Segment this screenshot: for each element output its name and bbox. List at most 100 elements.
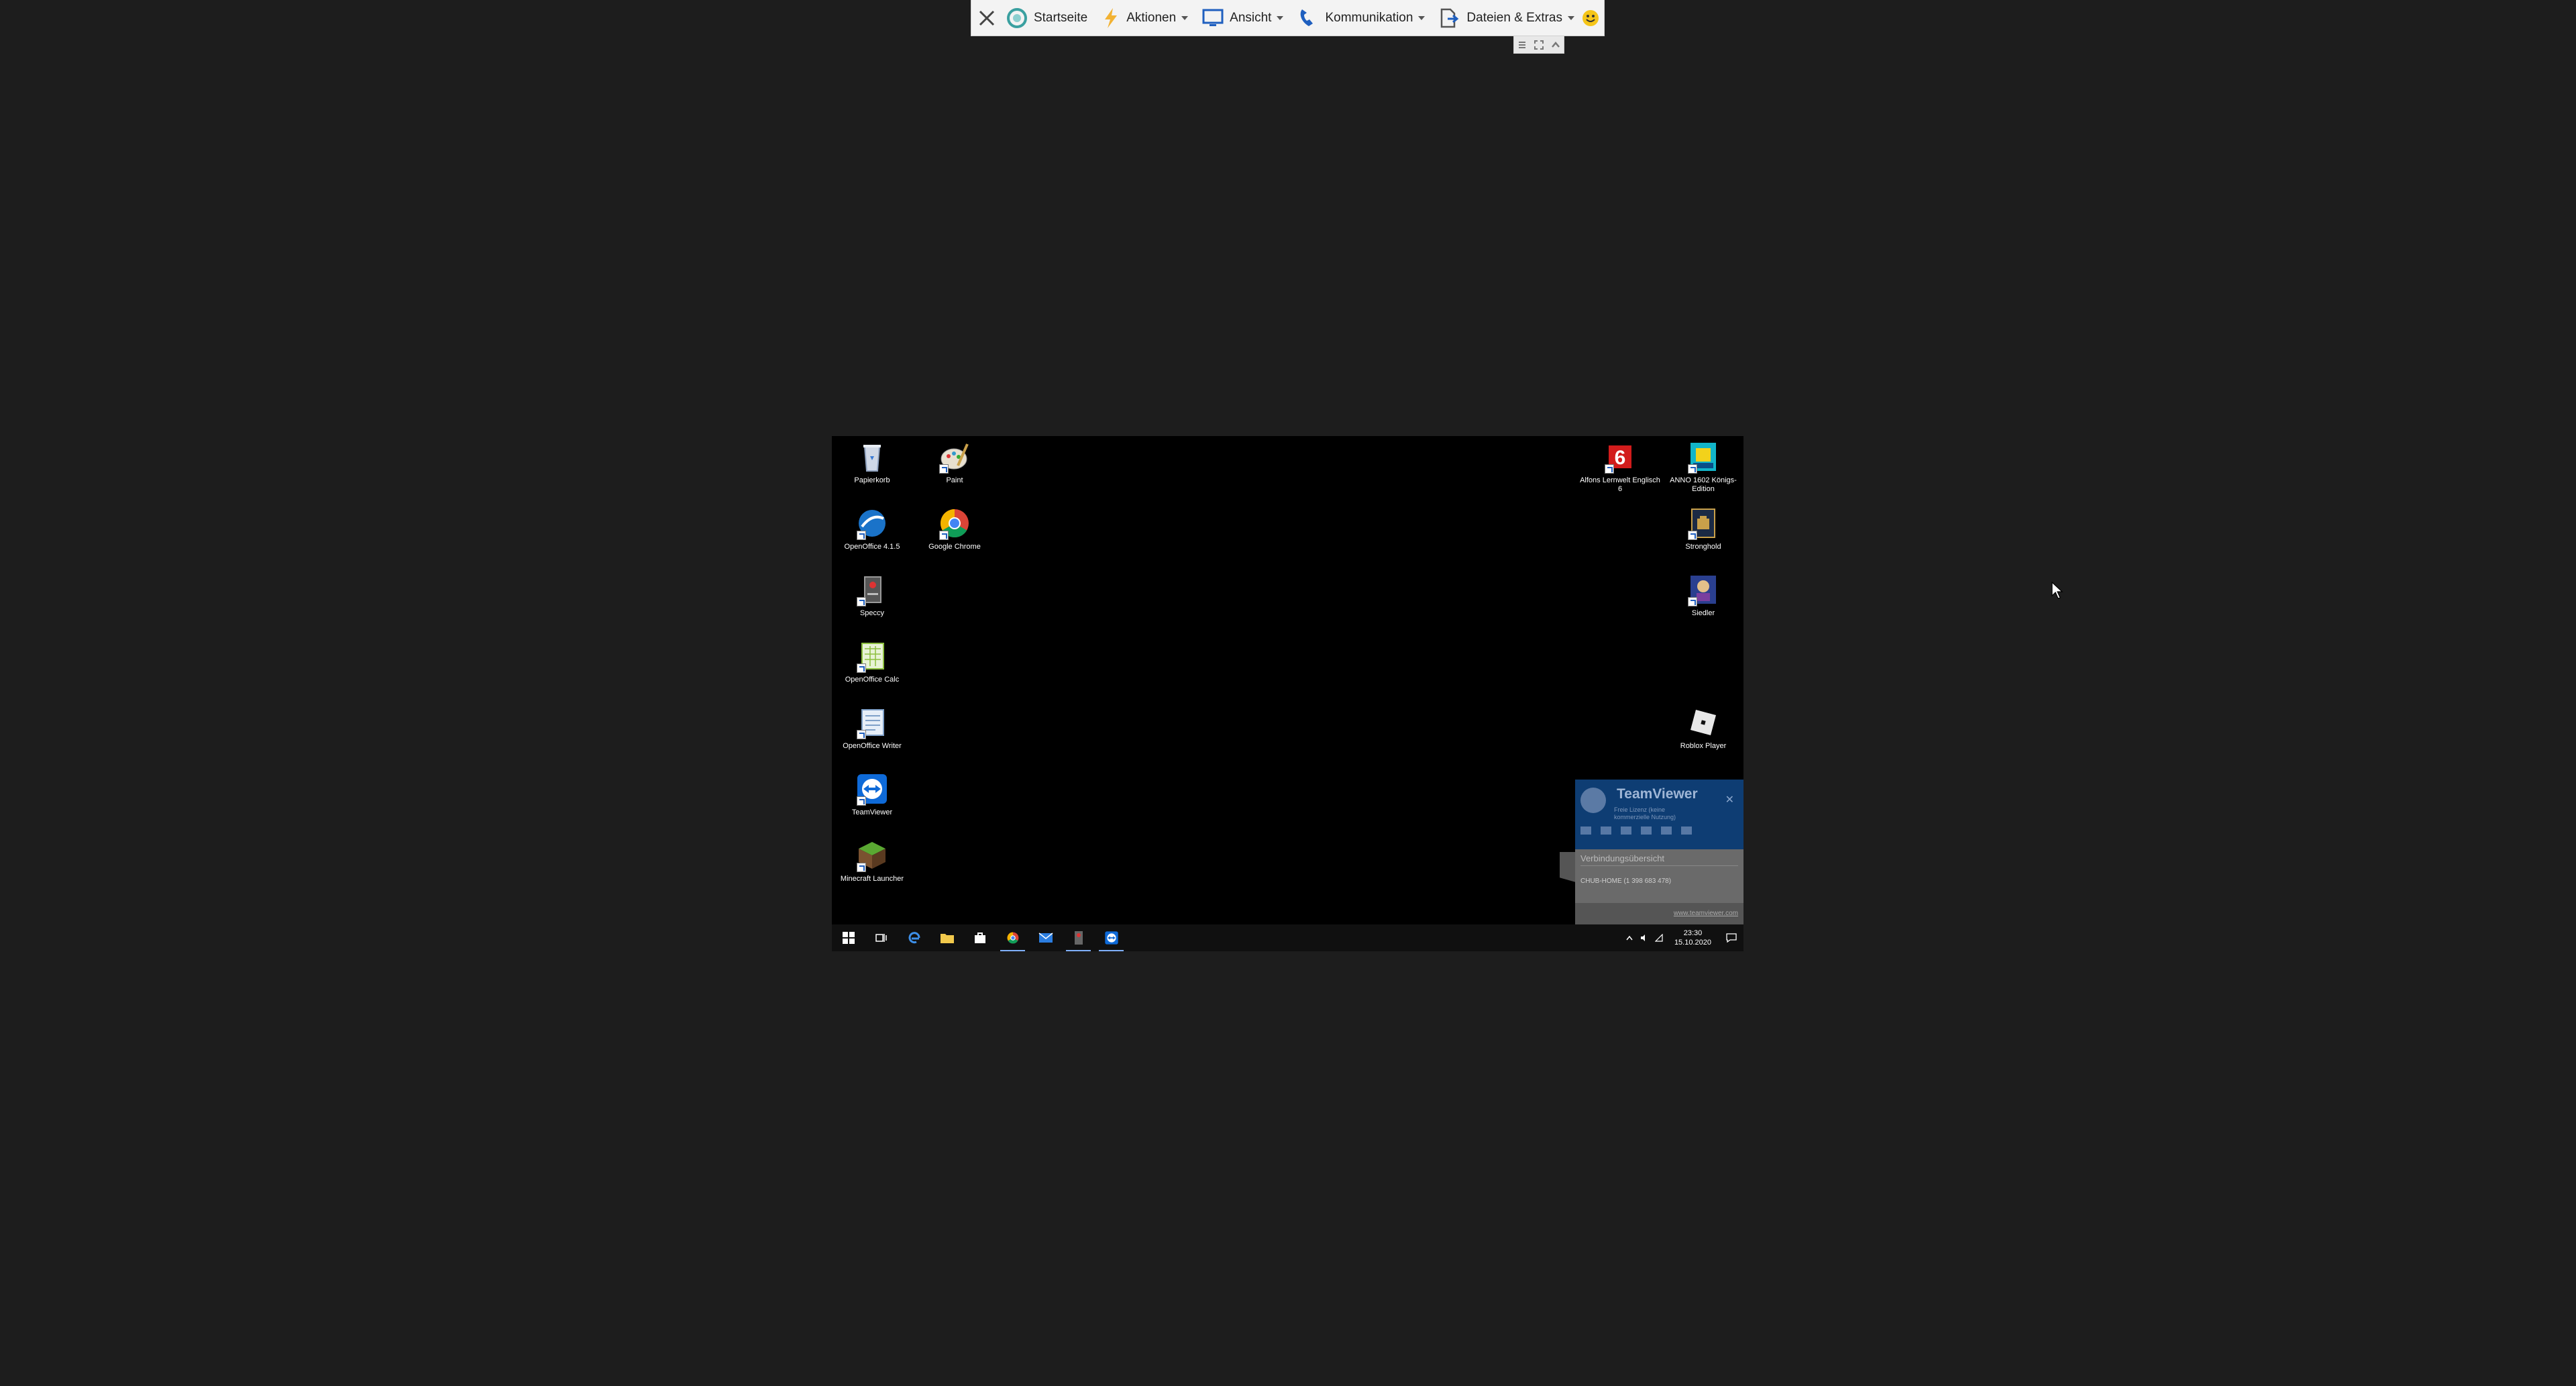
desktop-icon-papierkorb[interactable]: Papierkorb: [832, 440, 912, 485]
taskbar: 23:30 15.10.2020: [832, 924, 1743, 951]
collapse-icon[interactable]: [1550, 40, 1561, 50]
headset-icon[interactable]: [1601, 827, 1611, 835]
desktop-icon-label: Papierkorb: [854, 476, 890, 484]
files-icon[interactable]: [1641, 827, 1652, 835]
teamviewer-panel-footer: www.teamviewer.com: [1575, 903, 1743, 924]
fullscreen-icon[interactable]: [1534, 40, 1544, 50]
teamviewer-icon: [855, 772, 889, 806]
store-icon: [974, 932, 985, 943]
video-icon[interactable]: [1580, 827, 1591, 835]
divider: [1580, 865, 1738, 866]
chrome-icon: [938, 507, 971, 540]
calc-icon: [855, 639, 889, 673]
desktop-icon-alfons[interactable]: 6 Alfons Lernwelt Englisch 6: [1580, 440, 1660, 494]
teamviewer-panel-body: Verbindungsübersicht CHUB-HOME (1 398 68…: [1575, 849, 1743, 903]
desktop-icon-teamviewer[interactable]: TeamViewer: [832, 772, 912, 817]
toolbar-startseite-label: Startseite: [1033, 10, 1088, 25]
teamviewer-panel: TeamViewer Freie Lizenz (keine kommerzie…: [1575, 780, 1743, 924]
toolbar-startseite-button[interactable]: Startseite: [999, 1, 1094, 35]
system-tray: 23:30 15.10.2020: [1622, 924, 1743, 951]
chat-icon[interactable]: [1621, 827, 1631, 835]
desktop-icon-anno[interactable]: ANNO 1602 Königs-Edition: [1663, 440, 1743, 494]
connection-entry[interactable]: CHUB-HOME (1 398 683 478): [1580, 877, 1671, 885]
toolbar-ansicht-label: Ansicht: [1230, 10, 1272, 25]
desktop-icon-label: Google Chrome: [928, 543, 981, 551]
stronghold-icon: [1686, 507, 1720, 540]
taskbar-speccy[interactable]: [1062, 924, 1095, 951]
remote-desktop[interactable]: Papierkorb OpenOffice 4.1.5 Speccy OpenO…: [832, 436, 1743, 951]
teamviewer-license-text: Freie Lizenz (keine kommerzielle Nutzung…: [1614, 806, 1676, 821]
toolbar-aktionen-label: Aktionen: [1126, 10, 1177, 25]
desktop-icon-openoffice[interactable]: OpenOffice 4.1.5: [832, 507, 912, 551]
teamviewer-website-link[interactable]: www.teamviewer.com: [1674, 910, 1738, 917]
monitor-icon: [1202, 9, 1224, 26]
mail-icon: [1038, 932, 1053, 943]
smiley-icon: [1582, 9, 1599, 26]
desktop-icon-label: OpenOffice Writer: [843, 742, 902, 750]
chevron-down-icon: [1277, 15, 1284, 20]
close-icon[interactable]: ✕: [1725, 793, 1734, 806]
roblox-icon: [1686, 706, 1720, 739]
toolbar-dateien-menu[interactable]: Dateien & Extras: [1432, 1, 1581, 35]
toolbar-dateien-label: Dateien & Extras: [1466, 10, 1562, 25]
openoffice-icon: [855, 507, 889, 540]
file-transfer-icon: [1441, 8, 1459, 28]
desktop-icon-calc[interactable]: OpenOffice Calc: [832, 639, 912, 684]
teamviewer-icon: [1104, 931, 1118, 945]
desktop-icon-label: Stronghold: [1685, 543, 1721, 551]
tray-overflow-button[interactable]: [1622, 924, 1637, 951]
taskbar-store[interactable]: [963, 924, 996, 951]
chrome-icon: [1007, 932, 1018, 944]
connection-overview-heading[interactable]: Verbindungsübersicht: [1580, 853, 1664, 863]
teamviewer-brand: TeamViewer: [1617, 786, 1698, 802]
desktop-icon-stronghold[interactable]: Stronghold: [1663, 507, 1743, 551]
start-button[interactable]: [832, 924, 865, 951]
toolbar-subbar: [1513, 36, 1564, 54]
desktop-icon-speccy[interactable]: Speccy: [832, 573, 912, 618]
taskbar-explorer[interactable]: [930, 924, 963, 951]
anno-icon: [1686, 440, 1720, 474]
teamviewer-toolbar: Startseite Aktionen Ansicht Kommunikatio…: [971, 0, 1605, 36]
toolbar-kommunikation-menu[interactable]: Kommunikation: [1290, 1, 1432, 35]
action-center-button[interactable]: [1719, 924, 1743, 951]
feedback-button[interactable]: [1581, 6, 1600, 30]
toolbar-ansicht-menu[interactable]: Ansicht: [1195, 1, 1290, 35]
desktop-icon-roblox[interactable]: Roblox Player: [1663, 706, 1743, 751]
notification-icon: [1726, 933, 1737, 943]
desktop-icon-label: Siedler: [1691, 609, 1715, 617]
toolbar-aktionen-menu[interactable]: Aktionen: [1094, 1, 1195, 35]
desktop-icon-paint[interactable]: Paint: [914, 440, 995, 485]
desktop-icon-label: OpenOffice Calc: [845, 676, 900, 684]
recycle-bin-icon: [855, 440, 889, 474]
close-session-button[interactable]: [975, 1, 999, 35]
taskbar-teamviewer[interactable]: [1095, 924, 1128, 951]
pen-icon[interactable]: [1661, 827, 1672, 835]
teamviewer-panel-handle[interactable]: [1560, 852, 1576, 882]
desktop-icon-label: TeamViewer: [851, 808, 893, 816]
tray-network[interactable]: [1652, 924, 1666, 951]
writer-icon: [855, 706, 889, 739]
task-view-icon: [875, 934, 887, 942]
desktop-icon-label: ANNO 1602 Königs-Edition: [1670, 476, 1737, 493]
speccy-icon: [855, 573, 889, 606]
desktop-icon-writer[interactable]: OpenOffice Writer: [832, 706, 912, 751]
taskbar-edge[interactable]: [898, 924, 930, 951]
task-view-button[interactable]: [865, 924, 898, 951]
taskbar-chrome[interactable]: [996, 924, 1029, 951]
tray-volume[interactable]: [1637, 924, 1652, 951]
menu-icon[interactable]: [1517, 40, 1527, 50]
desktop-icon-siedler[interactable]: Siedler: [1663, 573, 1743, 618]
taskbar-mail[interactable]: [1029, 924, 1062, 951]
mouse-cursor-icon: [2051, 582, 2063, 599]
chevron-down-icon: [1568, 15, 1574, 20]
desktop-icon-label: Speccy: [859, 609, 885, 617]
taskbar-clock[interactable]: 23:30 15.10.2020: [1666, 928, 1719, 947]
desktop-icon-minecraft[interactable]: Minecraft Launcher: [832, 839, 912, 884]
windows-icon: [842, 932, 855, 944]
chevron-up-icon: [1626, 935, 1633, 941]
settings-icon[interactable]: [1681, 827, 1692, 835]
desktop-icon-chrome[interactable]: Google Chrome: [914, 507, 995, 551]
license-line-1: Freie Lizenz (keine: [1614, 806, 1666, 813]
desktop-icon-label: Alfons Lernwelt Englisch 6: [1580, 476, 1660, 493]
lightning-icon: [1105, 7, 1118, 28]
